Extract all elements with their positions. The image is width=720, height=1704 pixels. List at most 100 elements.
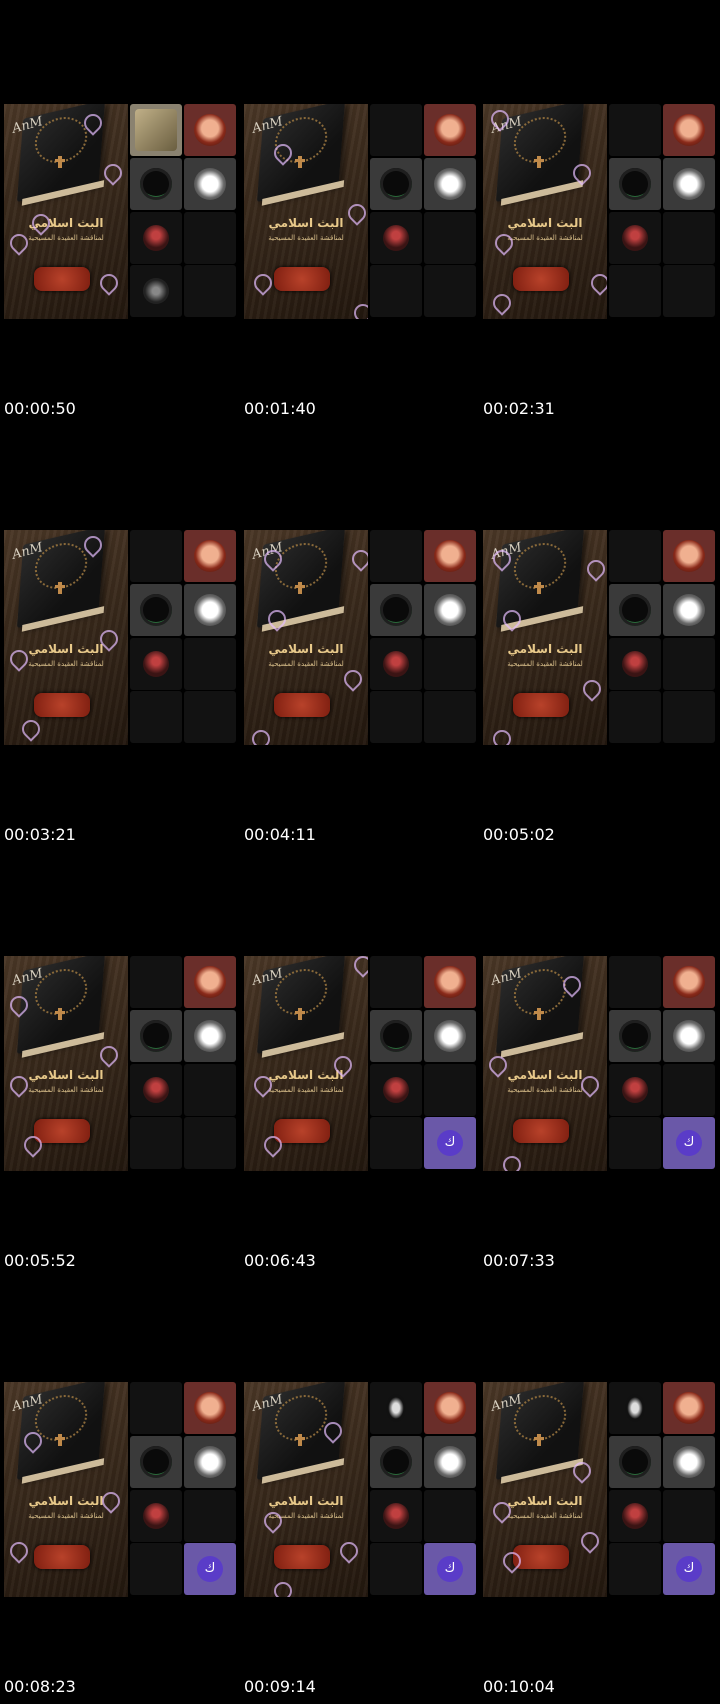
participant-tile[interactable] xyxy=(184,158,236,210)
participant-tile[interactable] xyxy=(370,1543,422,1595)
participant-tile[interactable] xyxy=(424,1010,476,1062)
participant-tile[interactable] xyxy=(424,530,476,582)
participant-tile[interactable] xyxy=(130,1382,182,1434)
participant-tile[interactable] xyxy=(370,1010,422,1062)
participant-tile[interactable] xyxy=(130,530,182,582)
participant-tile[interactable] xyxy=(130,956,182,1008)
participant-tile[interactable] xyxy=(663,691,715,743)
participant-tile[interactable] xyxy=(663,158,715,210)
participant-tile[interactable] xyxy=(370,158,422,210)
participant-tile[interactable] xyxy=(184,1382,236,1434)
participant-tile[interactable] xyxy=(184,265,236,317)
participant-tile[interactable] xyxy=(424,1064,476,1116)
participant-tile[interactable] xyxy=(130,1490,182,1542)
participant-tile[interactable] xyxy=(609,691,661,743)
participant-tile[interactable] xyxy=(609,158,661,210)
participant-tile[interactable]: ك xyxy=(424,1543,476,1595)
participant-tile[interactable] xyxy=(130,1436,182,1488)
participant-tile[interactable] xyxy=(609,265,661,317)
participant-tile[interactable]: ك xyxy=(184,1543,236,1595)
participant-tile[interactable] xyxy=(184,956,236,1008)
participant-tile[interactable] xyxy=(424,265,476,317)
participant-tile[interactable] xyxy=(370,1117,422,1169)
participant-tile[interactable] xyxy=(424,1490,476,1542)
participant-tile[interactable] xyxy=(130,638,182,690)
video-frame-thumbnail[interactable]: AnM البث اسلامي لمناقشة العقيدة المسيحية xyxy=(483,530,716,745)
participant-tile[interactable] xyxy=(609,104,661,156)
participant-tile[interactable] xyxy=(370,1436,422,1488)
participant-tile[interactable] xyxy=(609,1543,661,1595)
participant-tile[interactable] xyxy=(130,1064,182,1116)
participant-tile[interactable]: ك xyxy=(663,1543,715,1595)
participant-tile[interactable] xyxy=(609,1117,661,1169)
participant-tile[interactable] xyxy=(424,158,476,210)
participant-tile[interactable] xyxy=(663,1436,715,1488)
video-frame-thumbnail[interactable]: AnM البث اسلامي لمناقشة العقيدة المسيحية xyxy=(244,104,477,319)
video-frame-thumbnail[interactable]: AnM البث اسلامي لمناقشة العقيدة المسيحية xyxy=(244,530,477,745)
participant-tile[interactable] xyxy=(130,158,182,210)
participant-tile[interactable] xyxy=(370,956,422,1008)
participant-tile[interactable] xyxy=(130,691,182,743)
participant-tile[interactable] xyxy=(663,1064,715,1116)
participant-tile[interactable] xyxy=(370,691,422,743)
participant-tile[interactable] xyxy=(130,584,182,636)
participant-tile[interactable] xyxy=(130,1117,182,1169)
video-frame-thumbnail[interactable]: AnM البث اسلامي لمناقشة العقيدة المسيحية xyxy=(4,104,237,319)
participant-tile[interactable] xyxy=(370,1382,422,1434)
participant-tile[interactable] xyxy=(663,638,715,690)
participant-tile[interactable] xyxy=(424,1382,476,1434)
participant-tile[interactable] xyxy=(609,212,661,264)
participant-tile[interactable] xyxy=(424,1436,476,1488)
participant-tile[interactable] xyxy=(184,530,236,582)
participant-tile[interactable] xyxy=(424,104,476,156)
participant-tile[interactable] xyxy=(424,638,476,690)
video-frame-thumbnail[interactable]: AnM البث اسلامي لمناقشة العقيدة المسيحية ك xyxy=(244,956,477,1171)
participant-tile[interactable] xyxy=(609,530,661,582)
participant-tile[interactable] xyxy=(663,265,715,317)
participant-tile[interactable] xyxy=(370,212,422,264)
participant-tile[interactable] xyxy=(663,104,715,156)
participant-tile[interactable] xyxy=(370,1064,422,1116)
video-frame-thumbnail[interactable]: AnM البث اسلامي لمناقشة العقيدة المسيحية ك xyxy=(483,1382,716,1597)
participant-tile[interactable] xyxy=(130,1010,182,1062)
participant-tile[interactable] xyxy=(663,212,715,264)
participant-tile[interactable] xyxy=(609,638,661,690)
participant-tile[interactable] xyxy=(663,1490,715,1542)
participant-tile[interactable] xyxy=(184,1436,236,1488)
participant-tile[interactable] xyxy=(663,530,715,582)
participant-tile[interactable] xyxy=(663,584,715,636)
participant-tile[interactable] xyxy=(184,104,236,156)
participant-tile[interactable] xyxy=(424,212,476,264)
participant-tile[interactable] xyxy=(184,691,236,743)
participant-tile[interactable]: ك xyxy=(663,1117,715,1169)
participant-tile[interactable] xyxy=(609,1010,661,1062)
participant-tile[interactable] xyxy=(370,584,422,636)
participant-tile[interactable] xyxy=(184,212,236,264)
participant-tile[interactable] xyxy=(663,1010,715,1062)
participant-tile[interactable] xyxy=(609,1382,661,1434)
participant-tile[interactable] xyxy=(184,638,236,690)
participant-tile[interactable] xyxy=(184,584,236,636)
participant-tile[interactable] xyxy=(609,584,661,636)
participant-tile[interactable] xyxy=(609,1436,661,1488)
participant-tile[interactable] xyxy=(370,1490,422,1542)
video-frame-thumbnail[interactable]: AnM البث اسلامي لمناقشة العقيدة المسيحية ك xyxy=(483,956,716,1171)
participant-tile[interactable] xyxy=(184,1010,236,1062)
participant-tile[interactable] xyxy=(130,212,182,264)
participant-tile[interactable] xyxy=(370,265,422,317)
participant-tile[interactable] xyxy=(184,1490,236,1542)
video-frame-thumbnail[interactable]: AnM البث اسلامي لمناقشة العقيدة المسيحية ك xyxy=(4,1382,237,1597)
participant-tile[interactable] xyxy=(370,104,422,156)
video-frame-thumbnail[interactable]: AnM البث اسلامي لمناقشة العقيدة المسيحية xyxy=(4,530,237,745)
participant-tile[interactable] xyxy=(424,691,476,743)
participant-tile[interactable] xyxy=(609,956,661,1008)
participant-tile[interactable] xyxy=(609,1490,661,1542)
participant-tile[interactable] xyxy=(663,1382,715,1434)
video-frame-thumbnail[interactable]: AnM البث اسلامي لمناقشة العقيدة المسيحية xyxy=(483,104,716,319)
participant-tile[interactable] xyxy=(424,956,476,1008)
video-frame-thumbnail[interactable]: AnM البث اسلامي لمناقشة العقيدة المسيحية xyxy=(4,956,237,1171)
participant-tile[interactable] xyxy=(130,1543,182,1595)
participant-tile[interactable] xyxy=(370,530,422,582)
participant-tile[interactable] xyxy=(184,1064,236,1116)
participant-tile[interactable] xyxy=(370,638,422,690)
